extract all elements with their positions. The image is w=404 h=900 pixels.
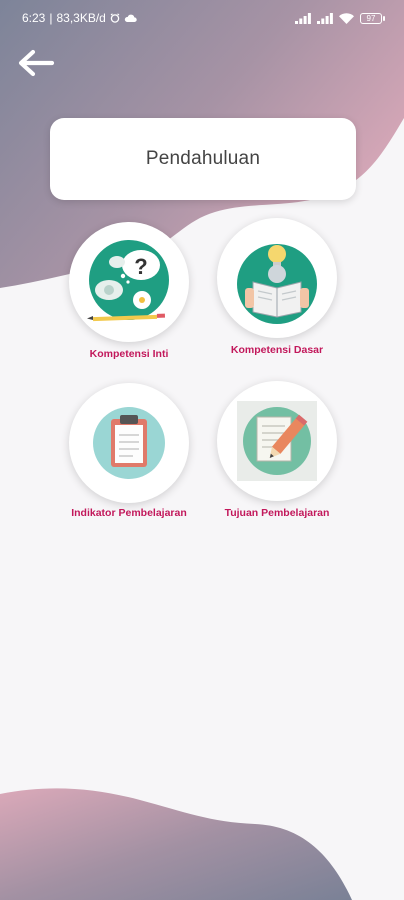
signal-icon xyxy=(317,12,333,24)
menu-item-kompetensi-dasar[interactable]: Kompetensi Dasar xyxy=(192,218,362,368)
alarm-icon xyxy=(110,13,120,23)
cloud-icon xyxy=(124,14,137,22)
menu-item-tujuan-pembelajaran[interactable]: Tujuan Pembelajaran xyxy=(192,381,362,531)
menu-icon-circle xyxy=(217,381,337,501)
question-thought-icon: ? xyxy=(87,240,169,322)
svg-text:?: ? xyxy=(134,254,147,279)
status-bar: 6:23 | 83,3KB/d 97 xyxy=(0,0,404,36)
status-bar-right: 97 xyxy=(295,12,385,24)
signal-icon xyxy=(295,12,311,24)
menu-item-indikator-pembelajaran[interactable]: Indikator Pembelajaran xyxy=(44,383,214,533)
arrow-left-icon xyxy=(18,49,55,77)
back-button[interactable] xyxy=(16,48,60,84)
page-title-card: Pendahuluan xyxy=(50,118,356,200)
menu-item-label: Tujuan Pembelajaran xyxy=(224,507,330,519)
wifi-icon xyxy=(339,12,354,24)
status-bar-left: 6:23 | 83,3KB/d xyxy=(22,11,137,25)
menu-icon-circle xyxy=(217,218,337,338)
clipboard-icon xyxy=(93,407,165,479)
menu-item-label: Kompetensi Dasar xyxy=(230,344,324,356)
document-pencil-icon xyxy=(237,401,317,481)
status-separator: | xyxy=(49,11,53,25)
menu-item-label: Kompetensi Inti xyxy=(89,348,169,360)
menu-item-label: Indikator Pembelajaran xyxy=(71,507,187,519)
reading-idea-icon xyxy=(237,244,317,324)
menu-icon-circle: ? xyxy=(69,222,189,342)
menu-icon-circle xyxy=(69,383,189,503)
page-title: Pendahuluan xyxy=(145,148,261,169)
battery-icon: 97 xyxy=(360,12,385,24)
menu-item-kompetensi-inti[interactable]: ? Kompetensi Inti xyxy=(44,222,214,372)
battery-level: 97 xyxy=(366,13,376,23)
footer-background-wave xyxy=(0,788,352,900)
status-time: 6:23 xyxy=(22,11,46,25)
network-speed: 83,3KB/d xyxy=(56,11,106,25)
